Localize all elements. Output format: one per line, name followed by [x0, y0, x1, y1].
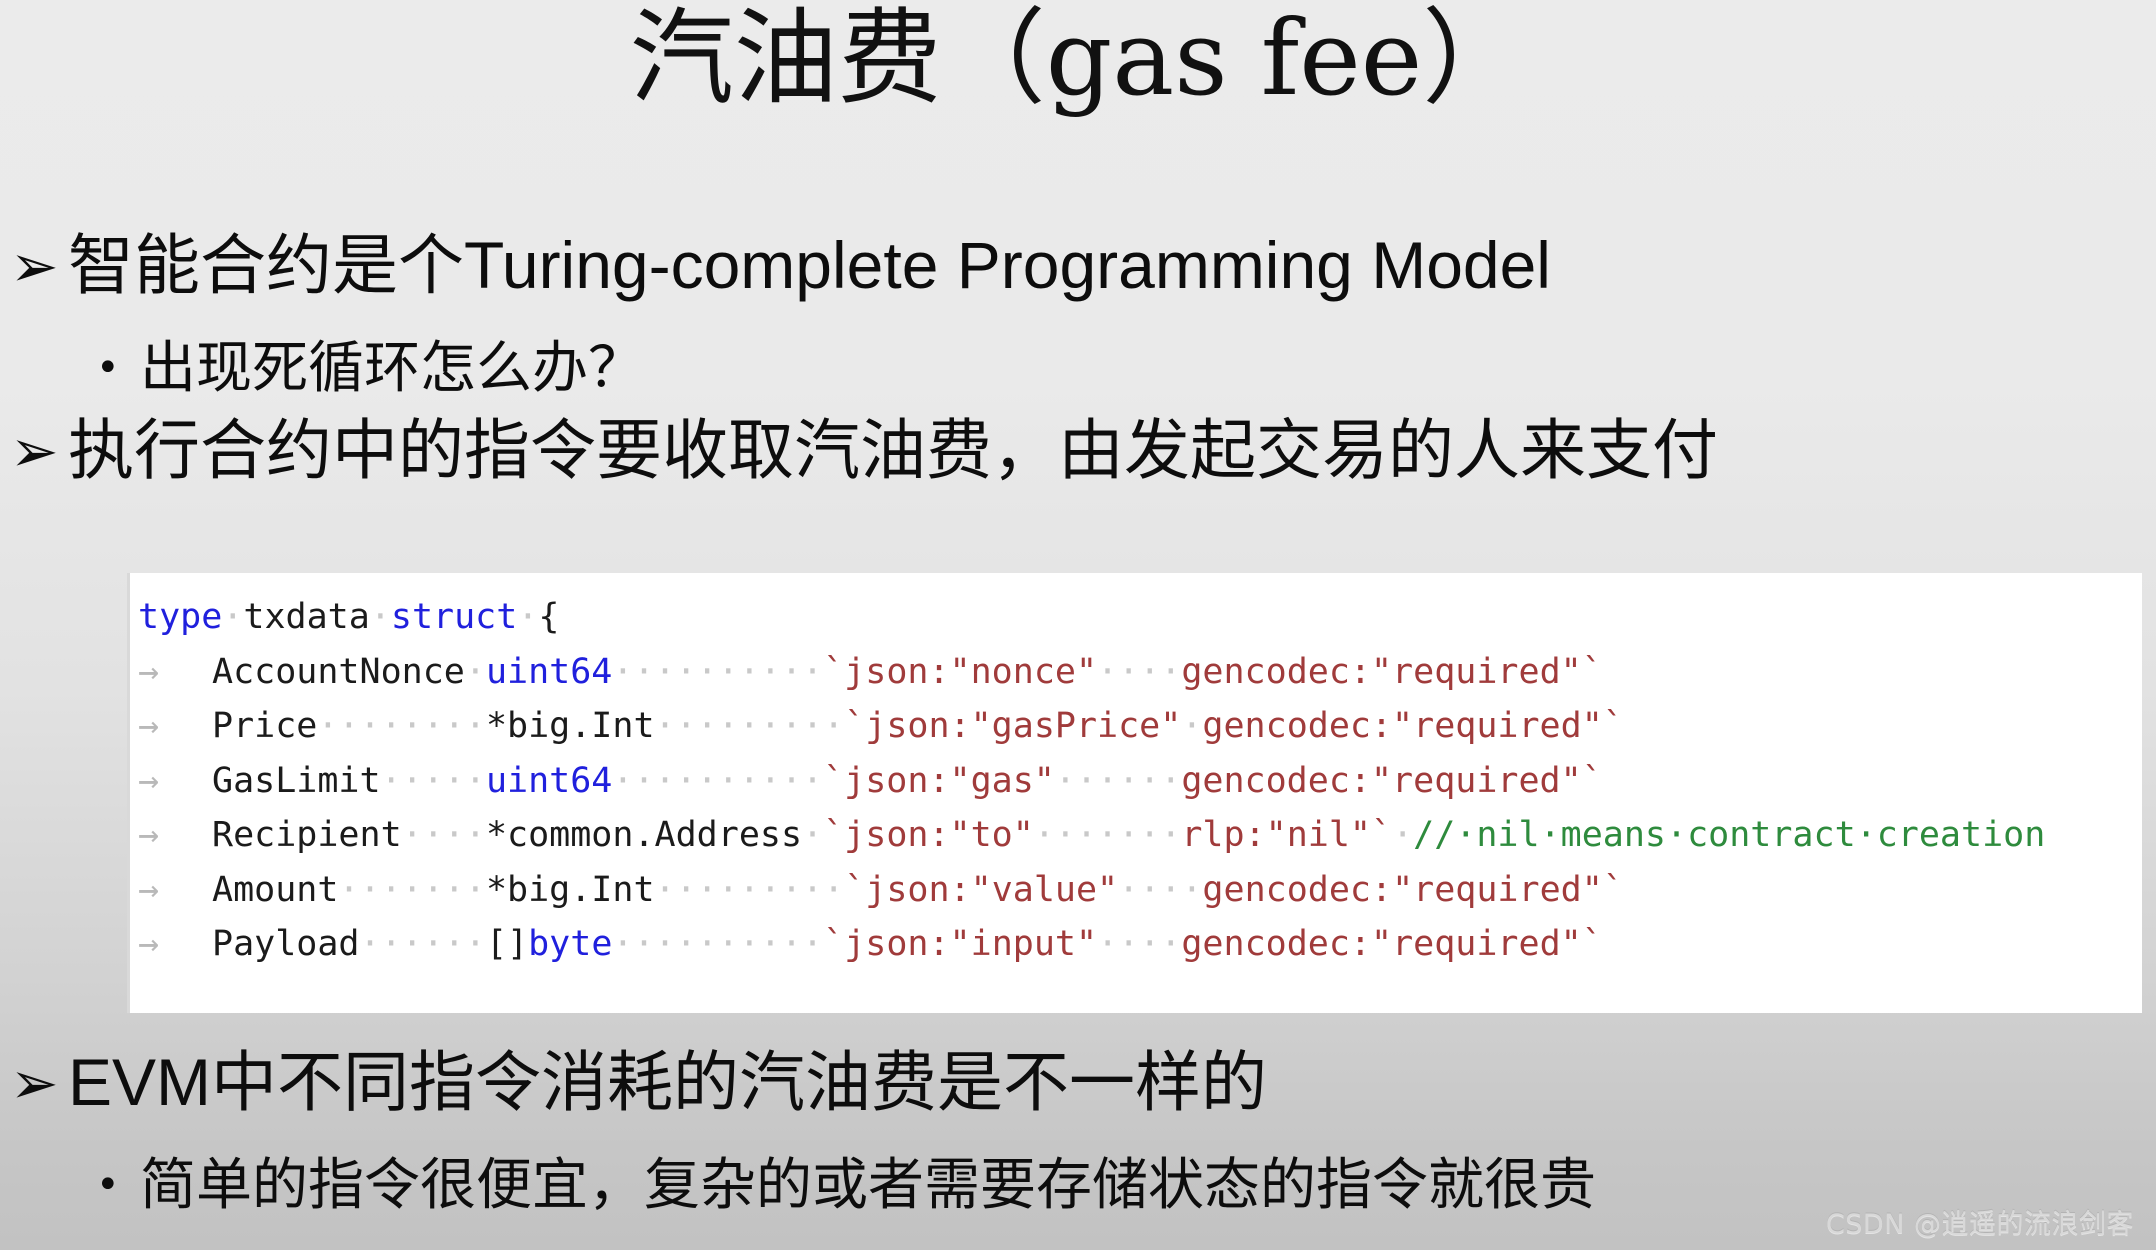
code-token: `json:"to": [823, 815, 1034, 855]
code-token: ·····: [380, 760, 486, 801]
code-token: rlp:"nil"`: [1181, 815, 1393, 855]
code-token: ·: [1181, 706, 1203, 746]
bullet-text-4: EVM中不同指令消耗的汽油费是不一样的: [68, 1043, 1267, 1122]
code-token: uint64: [485, 651, 613, 692]
code-token: ·: [517, 597, 539, 637]
code-token: ··········: [612, 651, 824, 692]
code-token: *big.Int: [485, 869, 655, 910]
code-line: → Payload······[]byte··········`json:"inp…: [130, 917, 2142, 972]
code-block: type·txdata·struct·{→ AccountNonce·uint64…: [127, 573, 2142, 1013]
code-token: ····: [1097, 651, 1182, 692]
code-token: *common.Address: [485, 815, 803, 855]
code-token: byte: [528, 924, 613, 964]
code-line: type·txdata·struct·{: [130, 590, 2142, 645]
bullet-text-5: 简单的指令很便宜，复杂的或者需要存储状态的指令就很贵: [140, 1153, 1596, 1218]
bullet-item-1: ➢ 智能合约是个Turing-complete Programming Mode…: [10, 226, 1551, 305]
bullet-text-2: 出现死循环怎么办？: [140, 336, 644, 401]
code-token: ······: [359, 924, 486, 964]
csdn-watermark: CSDN @逍遥的流浪剑客: [1825, 1209, 2134, 1240]
dot-bullet-icon: •: [96, 1162, 120, 1208]
code-token: gencodec:"required"`: [1202, 706, 1624, 746]
tab-arrow-icon: →: [138, 651, 160, 692]
tab-arrow-icon: →: [138, 924, 160, 964]
code-content: type·txdata·struct·{→ AccountNonce·uint64…: [130, 573, 2142, 972]
code-token: //·nil·means·contract·creation: [1413, 815, 2046, 855]
code-token: ··········: [612, 924, 824, 964]
code-token: ·: [369, 597, 391, 637]
code-token: []: [485, 924, 529, 964]
code-token: struct: [390, 597, 518, 637]
code-token: Payload: [212, 924, 360, 964]
code-token: ··········: [612, 760, 824, 801]
code-token: `json:"gas": [823, 760, 1055, 801]
code-token: ····: [1118, 869, 1203, 910]
tab-arrow-icon: →: [138, 815, 160, 855]
arrow-bullet-icon: ➢: [10, 1049, 59, 1117]
bullet-text-3: 执行合约中的指令要收取汽油费，由发起交易的人来支付: [68, 412, 1718, 489]
code-token: `json:"value": [844, 869, 1119, 910]
code-token: `json:"input": [823, 924, 1098, 964]
arrow-bullet-icon: ➢: [10, 232, 59, 300]
code-token: {: [538, 597, 560, 637]
code-line: → Amount·······*big.Int·········`json:"va…: [130, 863, 2142, 918]
code-token: ·········: [654, 706, 845, 746]
code-line: → GasLimit·····uint64··········`json:"gas…: [130, 754, 2142, 809]
bullet-item-3: ➢ 执行合约中的指令要收取汽油费，由发起交易的人来支付: [10, 412, 1718, 490]
code-token: ····: [1097, 924, 1182, 964]
code-token: ····: [401, 815, 486, 855]
code-line: → AccountNonce·uint64··········`json:"non…: [130, 645, 2142, 700]
code-token: uint64: [485, 760, 613, 801]
bullet-text-1-cn: 智能合约是个: [68, 227, 464, 304]
code-token: gencodec:"required"`: [1181, 924, 1603, 964]
code-token: type: [138, 597, 223, 637]
code-token: ·: [222, 597, 244, 637]
bullet-text-1: 智能合约是个Turing-complete Programming Model: [68, 226, 1551, 305]
code-token: `json:"gasPrice": [844, 706, 1182, 746]
bullet-item-5: • 简单的指令很便宜，复杂的或者需要存储状态的指令就很贵: [96, 1152, 1596, 1220]
arrow-bullet-icon: ➢: [10, 417, 59, 485]
code-token: ·: [464, 651, 486, 692]
code-token: Recipient: [212, 815, 402, 855]
bullet-text-1-en: Turing-complete Programming Model: [464, 228, 1551, 302]
code-line: → Recipient····*common.Address·`json:"to"…: [130, 808, 2142, 863]
code-token: ······: [1054, 760, 1182, 801]
code-token: *big.Int: [485, 706, 655, 746]
code-token: gencodec:"required"`: [1181, 651, 1603, 692]
code-token: gencodec:"required"`: [1181, 760, 1603, 801]
tab-arrow-icon: →: [138, 869, 160, 910]
code-token: Amount: [212, 869, 339, 910]
code-token: Price: [212, 706, 318, 746]
code-token: `json:"nonce": [823, 651, 1098, 692]
code-token: ·········: [654, 869, 845, 910]
code-token: ·: [802, 815, 824, 855]
code-token: ·: [1392, 815, 1414, 855]
code-token: txdata: [243, 597, 370, 637]
code-token: gencodec:"required"`: [1202, 869, 1624, 910]
code-token: GasLimit: [212, 760, 381, 801]
tab-arrow-icon: →: [138, 760, 160, 801]
code-token: AccountNonce: [212, 651, 465, 692]
bullet-text-4-cn: 中不同指令消耗的汽油费是不一样的: [211, 1044, 1268, 1121]
code-token: ·······: [338, 869, 486, 910]
bullet-text-4-en: EVM: [68, 1045, 212, 1119]
tab-arrow-icon: →: [138, 706, 160, 746]
code-line: → Price········*big.Int·········`json:"ga…: [130, 699, 2142, 754]
bullet-item-2: • 出现死循环怎么办？: [96, 335, 644, 403]
bullet-item-4: ➢ EVM中不同指令消耗的汽油费是不一样的: [10, 1043, 1267, 1122]
code-token: ········: [317, 706, 486, 746]
slide-canvas: 汽油费（gas fee） ➢ 智能合约是个Turing-complete Pro…: [0, 0, 2156, 1250]
dot-bullet-icon: •: [96, 345, 120, 391]
page-title: 汽油费（gas fee）: [629, 0, 1527, 119]
code-token: ·······: [1033, 815, 1182, 855]
